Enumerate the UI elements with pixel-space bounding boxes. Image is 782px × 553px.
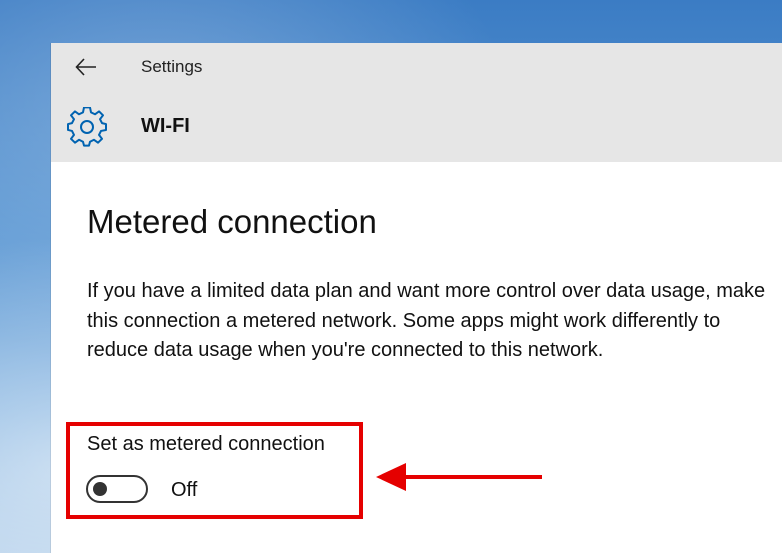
- section-title: Metered connection: [87, 203, 377, 240]
- gear-icon: [67, 107, 107, 147]
- back-arrow-icon: [75, 58, 96, 76]
- settings-window: Settings WI-FI Metered connection If you…: [51, 43, 782, 553]
- annotation-highlight-box: [66, 422, 363, 519]
- annotation-arrow-icon: [376, 463, 542, 491]
- back-button[interactable]: [69, 51, 103, 83]
- description-text: If you have a limited data plan and want…: [87, 280, 766, 361]
- page-heading: WI-FI: [141, 115, 190, 137]
- app-title: Settings: [141, 57, 203, 76]
- title-bar: Settings WI-FI: [51, 43, 782, 162]
